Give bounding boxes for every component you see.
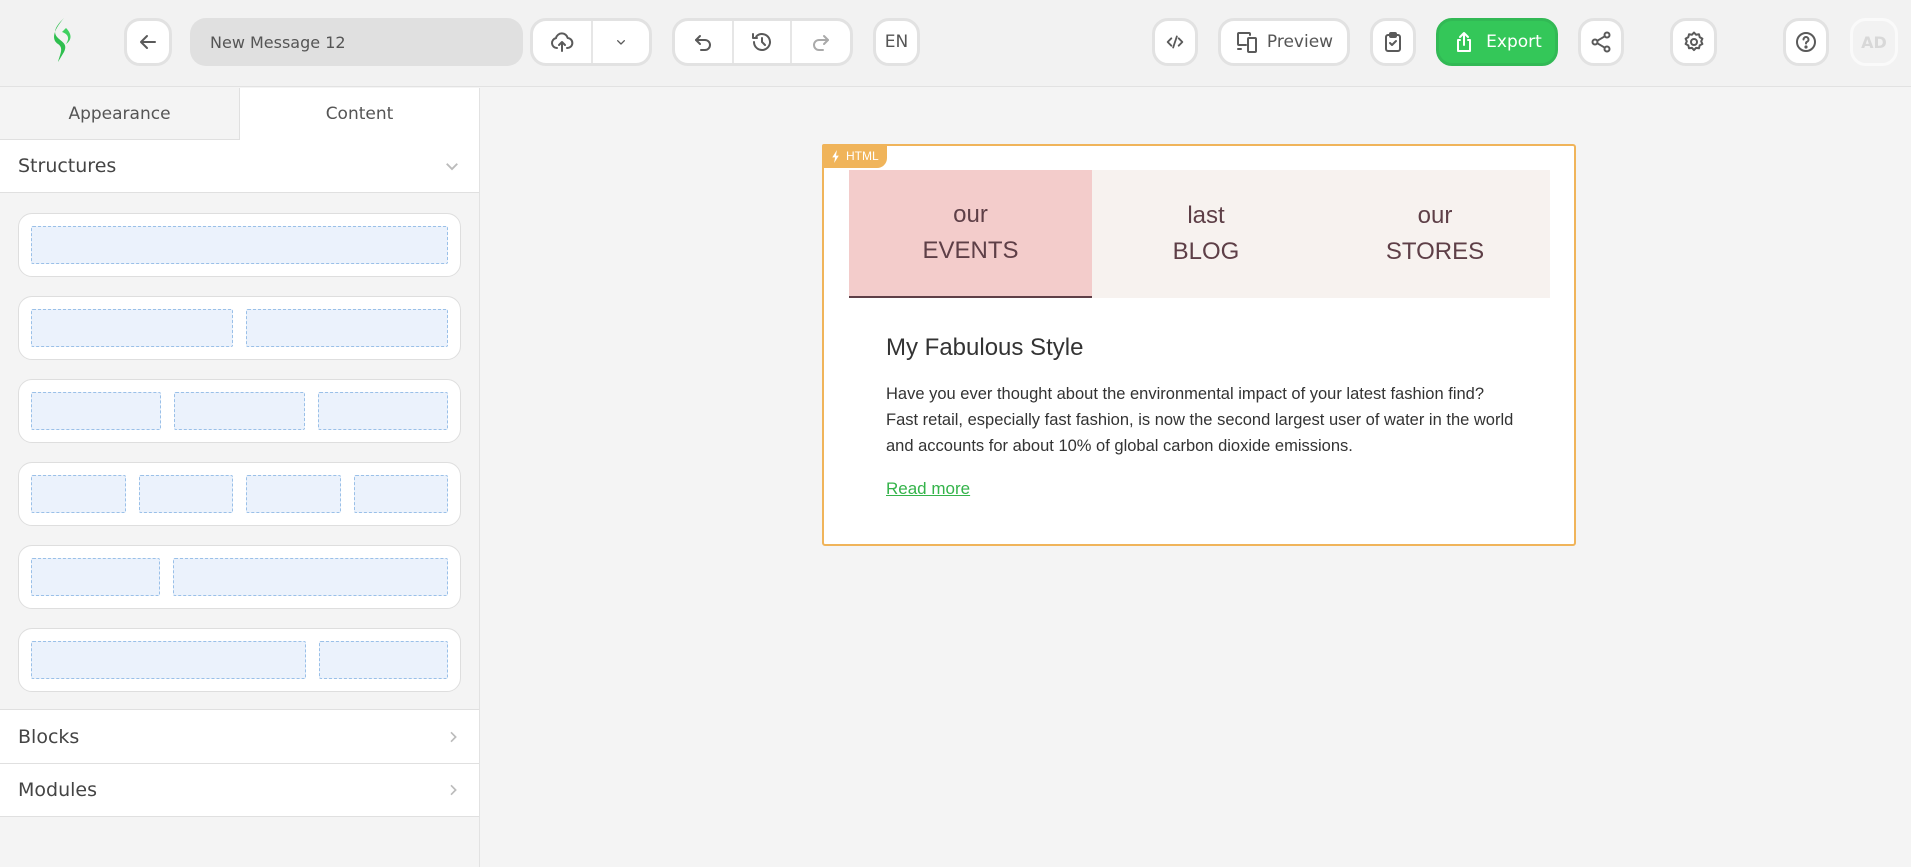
export-label: Export: [1486, 32, 1542, 52]
structure-1-2-columns[interactable]: [18, 545, 461, 609]
structure-column: [353, 475, 448, 513]
chevron-down-icon: [616, 40, 625, 45]
share-button[interactable]: [1578, 18, 1624, 66]
email-tab-events[interactable]: our EVENTS: [849, 170, 1092, 298]
code-editor-button[interactable]: [1152, 18, 1198, 66]
undo-button[interactable]: [675, 21, 732, 63]
structures-title: Structures: [18, 155, 117, 177]
structure-column: [31, 641, 307, 679]
article-body: Have you ever thought about the environm…: [886, 385, 1514, 455]
test-button[interactable]: [1370, 18, 1416, 66]
email-tab-line1: last: [1187, 202, 1225, 229]
sidebar: Appearance Content Structures Blocks Mod…: [0, 88, 480, 867]
gear-icon: [1684, 31, 1703, 52]
cloud-upload-icon: [551, 32, 574, 52]
top-toolbar: EN Preview Export AD: [0, 0, 1911, 87]
blocks-section[interactable]: Blocks: [0, 709, 479, 763]
structure-2-1-columns[interactable]: [18, 628, 461, 692]
article-heading: My Fabulous Style: [886, 334, 1084, 361]
help-button[interactable]: [1783, 18, 1829, 66]
email-tab-line1: our: [1417, 202, 1453, 229]
user-avatar[interactable]: AD: [1850, 18, 1898, 66]
structure-column: [319, 641, 448, 679]
email-nav-tabs: our EVENTS last BLOG our STORES: [849, 170, 1550, 298]
language-button[interactable]: EN: [873, 18, 920, 66]
structure-column: [31, 309, 233, 347]
language-label: EN: [884, 32, 909, 52]
structure-4-columns[interactable]: [18, 462, 461, 526]
help-icon: [1796, 32, 1816, 52]
export-icon: [1457, 32, 1472, 52]
save-group: [530, 18, 652, 66]
settings-button[interactable]: [1670, 18, 1717, 66]
structure-2-columns[interactable]: [18, 296, 461, 360]
email-tab-stores[interactable]: our STORES: [1320, 170, 1550, 298]
blocks-title: Blocks: [18, 725, 80, 748]
avatar-initials: AD: [1861, 32, 1887, 52]
tab-content[interactable]: Content: [239, 88, 479, 140]
structure-1-column[interactable]: [18, 213, 461, 277]
export-button[interactable]: Export: [1436, 18, 1558, 66]
structure-column: [174, 392, 305, 430]
modules-title: Modules: [18, 779, 97, 801]
history-icon: [752, 33, 771, 51]
html-block-badge: HTML: [822, 144, 887, 168]
structures-list: [0, 193, 479, 709]
structure-3-columns[interactable]: [18, 379, 461, 443]
save-button[interactable]: [533, 21, 591, 63]
structure-column: [31, 475, 126, 513]
redo-icon: [813, 35, 830, 51]
code-icon: [1166, 35, 1184, 49]
lightning-icon: [832, 149, 839, 163]
structure-column: [31, 558, 160, 596]
html-badge-label: HTML: [846, 149, 879, 163]
chevron-right-icon: [450, 731, 457, 742]
chevron-right-icon: [450, 784, 457, 796]
email-tab-blog[interactable]: last BLOG: [1092, 170, 1320, 298]
app-logo[interactable]: [46, 16, 78, 64]
structure-column: [172, 558, 448, 596]
share-icon: [1591, 31, 1611, 53]
email-tab-line2: STORES: [1385, 238, 1485, 265]
email-tab-line2: BLOG: [1172, 238, 1240, 265]
structure-column: [31, 226, 448, 264]
preview-button[interactable]: Preview: [1218, 18, 1350, 66]
chevron-down-icon: [446, 163, 458, 171]
back-button[interactable]: [124, 18, 172, 66]
email-article: My Fabulous Style Have you ever thought …: [886, 334, 1516, 499]
structure-column: [317, 392, 448, 430]
message-name-input[interactable]: [190, 18, 523, 66]
email-tab-line1: our: [953, 201, 988, 228]
read-more-link[interactable]: Read more: [886, 479, 970, 498]
devices-icon: [1236, 32, 1257, 53]
redo-button[interactable]: [792, 21, 850, 63]
structure-column: [246, 309, 448, 347]
structure-column: [31, 392, 162, 430]
email-tab-line2: EVENTS: [922, 237, 1019, 264]
tab-appearance[interactable]: Appearance: [0, 88, 239, 140]
preview-label: Preview: [1266, 32, 1334, 52]
sidebar-tabs: Appearance Content: [0, 88, 479, 140]
arrow-left-icon: [140, 35, 156, 49]
html-block[interactable]: HTML our EVENTS last BLOG our STORES My …: [822, 144, 1576, 546]
structure-column: [138, 475, 233, 513]
structure-column: [246, 475, 341, 513]
history-button[interactable]: [733, 21, 791, 63]
undo-icon: [695, 35, 712, 51]
structures-header[interactable]: Structures: [0, 140, 479, 193]
save-menu-button[interactable]: [592, 21, 649, 63]
history-group: [672, 18, 853, 66]
clipboard-check-icon: [1385, 32, 1401, 52]
email-canvas: HTML our EVENTS last BLOG our STORES My …: [481, 88, 1911, 867]
modules-section[interactable]: Modules: [0, 763, 479, 817]
